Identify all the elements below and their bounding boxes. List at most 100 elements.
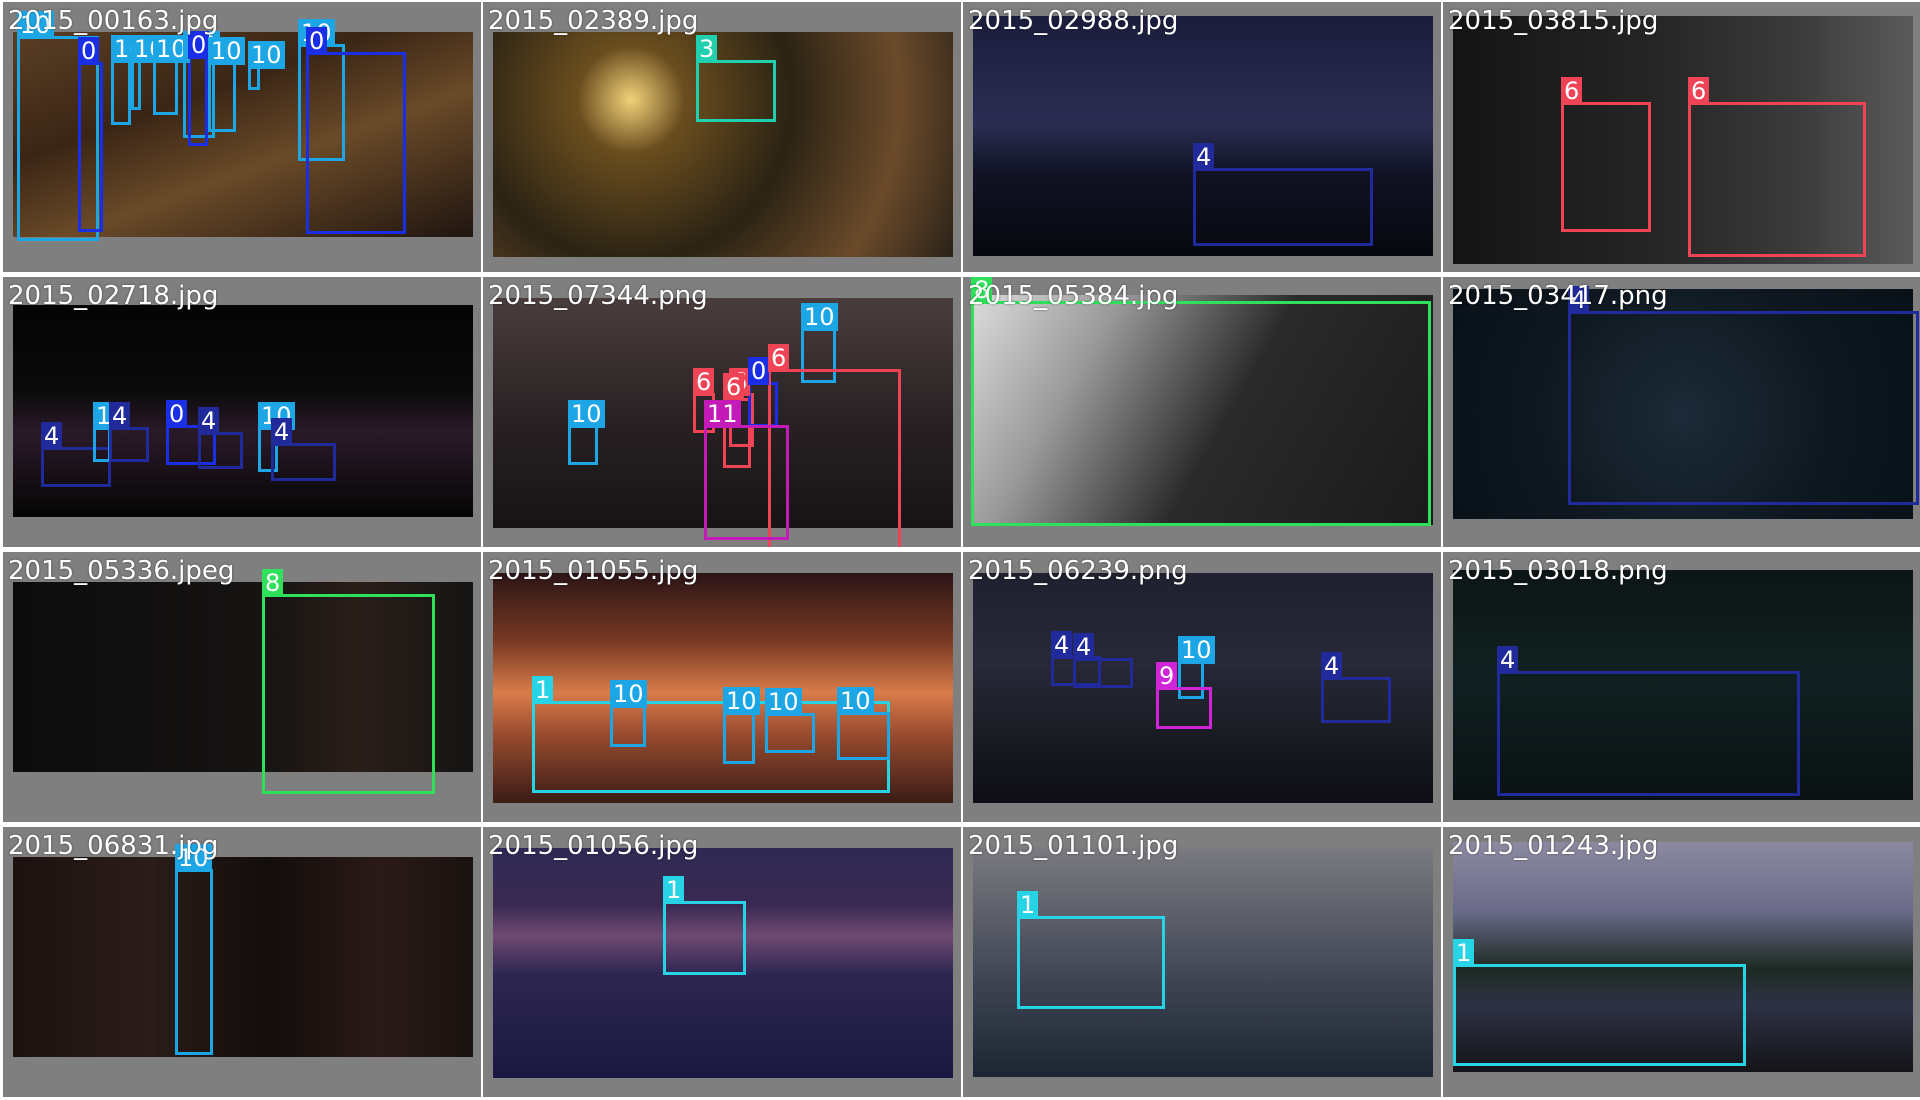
image-tile[interactable]: 2015_01056.jpg 1 (483, 827, 961, 1097)
image-tile[interactable]: 2015_03417.png 4 (1443, 277, 1920, 547)
class-label-tag: 9 (1156, 662, 1178, 690)
bounding-box (971, 301, 1431, 526)
image-filename: 2015_00163.jpg (8, 6, 219, 36)
bounding-box (131, 60, 141, 110)
bounding-box (610, 705, 646, 747)
image-filename: 2015_02718.jpg (8, 281, 219, 311)
bounding-box (1568, 311, 1919, 505)
image-tile[interactable]: 2015_01243.jpg 1 (1443, 827, 1920, 1097)
image-filename: 2015_02389.jpg (488, 6, 699, 36)
class-label-tag: 10 (248, 41, 285, 69)
class-label-tag: 10 (1178, 636, 1215, 664)
class-label-tag: 0 (306, 27, 328, 55)
class-label-tag: 4 (109, 402, 131, 430)
image-tile[interactable]: 2015_03815.jpg 6 6 (1443, 2, 1920, 272)
class-label-tag: 10 (765, 688, 802, 716)
class-label-tag: 10 (837, 687, 874, 715)
image-tile[interactable]: 2015_06831.jpg 10 (3, 827, 481, 1097)
class-label-tag: 0 (748, 357, 770, 385)
image-filename: 2015_01243.jpg (1448, 831, 1659, 861)
bounding-box (271, 443, 336, 481)
bounding-box (306, 52, 406, 234)
class-label-tag: 1 (663, 876, 685, 904)
bounding-box (704, 425, 789, 540)
image-tile[interactable]: 2015_02718.jpg410404104 (3, 277, 481, 547)
image-filename: 2015_03417.png (1448, 281, 1668, 311)
class-label-tag: 0 (166, 400, 188, 428)
class-label-tag: 4 (1321, 652, 1343, 680)
class-label-tag: 1 (1453, 939, 1475, 967)
class-label-tag: 10 (723, 687, 760, 715)
class-label-tag: 6 (1688, 77, 1710, 105)
bounding-box (198, 432, 243, 469)
image-tile[interactable]: 2015_02389.jpg 3 (483, 2, 961, 272)
bounding-box (1017, 916, 1165, 1009)
bounding-box (663, 901, 746, 975)
class-label-tag: 11 (704, 400, 741, 428)
class-label-tag: 10 (208, 37, 245, 65)
image-filename: 2015_01055.jpg (488, 556, 699, 586)
image-tile[interactable]: 2015_01101.jpg 1 (963, 827, 1441, 1097)
image-tile[interactable]: 2015_00163.jpg1001010101001010100 (3, 2, 481, 272)
image-filename: 2015_07344.png (488, 281, 708, 311)
class-label-tag: 6 (768, 344, 790, 372)
class-label-tag: 4 (271, 418, 293, 446)
bounding-box (837, 712, 890, 760)
bounding-box (1193, 168, 1373, 246)
bounding-box (765, 713, 815, 753)
bounding-box (1156, 687, 1212, 729)
image-tile[interactable]: 2015_01055.jpg 1 10 10 10 10 (483, 552, 961, 822)
image-tile[interactable]: 2015_07344.png10106660611 (483, 277, 961, 547)
bounding-box (208, 62, 236, 132)
bounding-box (1453, 964, 1746, 1066)
image-filename: 2015_03018.png (1448, 556, 1668, 586)
bounding-box (175, 869, 213, 1055)
class-label-tag: 4 (1073, 633, 1095, 661)
class-label-tag: 4 (41, 422, 63, 450)
class-label-tag: 6 (1561, 77, 1583, 105)
bounding-box (188, 56, 208, 146)
bounding-box (1321, 677, 1391, 723)
class-label-tag: 1 (532, 676, 554, 704)
image-filename: 2015_01056.jpg (488, 831, 699, 861)
mosaic-grid: 2015_00163.jpg10010101010010101002015_02… (0, 0, 1920, 1100)
bounding-box (1497, 671, 1800, 796)
bounding-box (568, 425, 598, 465)
class-label-tag: 6 (693, 368, 715, 396)
bounding-box (262, 594, 435, 794)
class-label-tag: 4 (1051, 631, 1073, 659)
class-label-tag: 10 (568, 400, 605, 428)
image-filename: 2015_03815.jpg (1448, 6, 1659, 36)
class-label-tag: 6 (723, 373, 745, 401)
bounding-box (1688, 102, 1866, 257)
image-filename: 2015_06239.png (968, 556, 1188, 586)
bounding-box (696, 60, 776, 122)
class-label-tag: 3 (696, 35, 718, 63)
image-tile[interactable]: 2015_02988.jpg 4 (963, 2, 1441, 272)
bounding-box (1561, 102, 1651, 232)
image-filename: 2015_02988.jpg (968, 6, 1179, 36)
class-label-tag: 4 (1497, 646, 1519, 674)
class-label-tag: 1 (1017, 891, 1039, 919)
bounding-box (111, 60, 131, 125)
class-label-tag: 4 (1193, 143, 1215, 171)
bounding-box (153, 60, 178, 115)
class-label-tag: 10 (801, 303, 838, 331)
image-filename: 2015_05384.jpg (968, 281, 1179, 311)
bounding-box (723, 712, 755, 764)
bounding-box (1073, 658, 1133, 688)
photo-thumbnail (13, 857, 473, 1057)
class-label-tag: 4 (198, 407, 220, 435)
image-filename: 2015_01101.jpg (968, 831, 1179, 861)
bounding-box (248, 66, 260, 90)
image-tile[interactable]: 2015_06239.png 4 4 10 9 4 (963, 552, 1441, 822)
image-filename: 2015_05336.jpeg (8, 556, 235, 586)
bounding-box (109, 427, 149, 462)
bounding-box (78, 62, 103, 232)
image-filename: 2015_06831.jpg (8, 831, 219, 861)
class-label-tag: 0 (78, 37, 100, 65)
image-tile[interactable]: 2015_03018.png 4 (1443, 552, 1920, 822)
image-tile[interactable]: 2015_05336.jpeg 8 (3, 552, 481, 822)
class-label-tag: 10 (610, 680, 647, 708)
image-tile[interactable]: 2015_05384.jpg 8 (963, 277, 1441, 547)
